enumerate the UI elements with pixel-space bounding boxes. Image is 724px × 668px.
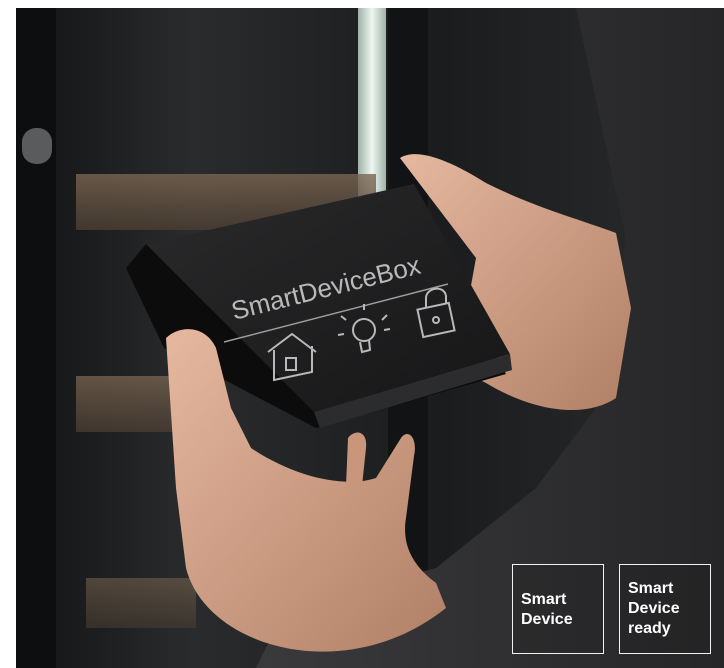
smart-device-ready-badge: Smart Device ready (619, 564, 711, 654)
smart-device-badge: Smart Device (512, 564, 604, 654)
cabinet-handle (22, 128, 52, 164)
product-photo-scene: SmartDeviceBox (16, 8, 724, 668)
badge-line: Device (521, 611, 573, 628)
cabinet-edge (16, 8, 56, 668)
page: SmartDeviceBox Smart Device Smart Device… (0, 0, 724, 668)
badge-line: Smart (628, 580, 674, 597)
light-strip (358, 8, 386, 198)
shelf-3 (86, 578, 196, 628)
badge-line: Smart (521, 591, 567, 608)
product-photo: SmartDeviceBox (16, 8, 724, 668)
badge-line: Device (628, 600, 680, 617)
badge-line: ready (628, 620, 671, 637)
